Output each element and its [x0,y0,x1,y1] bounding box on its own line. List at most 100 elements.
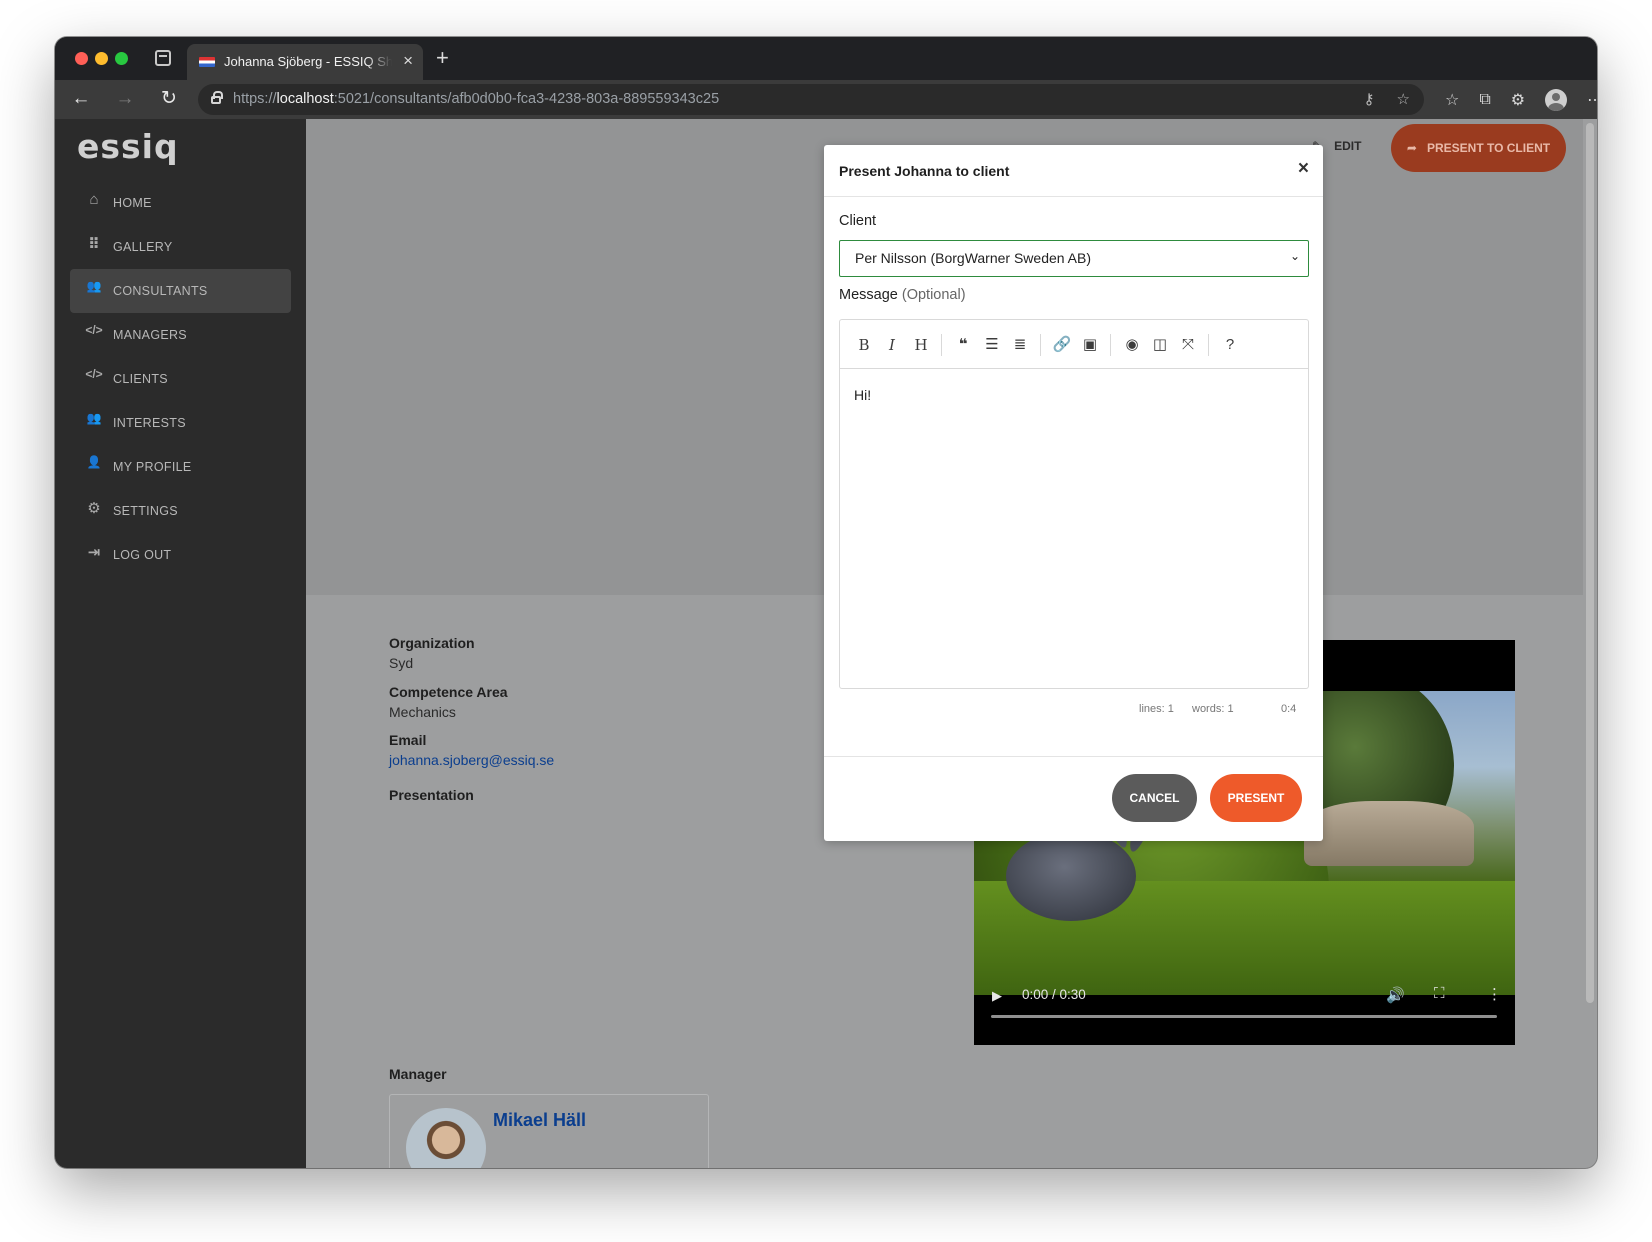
bold-icon[interactable]: B [853,334,875,356]
sidebar-item-clients[interactable]: </> CLIENTS [70,357,291,401]
manager-avatar [406,1108,486,1168]
present-to-client-button[interactable]: ➦ PRESENT TO CLIENT [1391,124,1566,172]
video-progress-track[interactable] [991,1015,1497,1018]
fullscreen-icon[interactable]: ⛶ [1434,985,1445,1002]
message-text[interactable]: Hi! [854,387,871,403]
help-icon[interactable]: ? [1219,334,1241,356]
tab-bar: Johanna Sjöberg - ESSIQ Showcase × + [55,37,1597,80]
url-text: https://localhost:5021/consultants/afb0d… [233,91,720,107]
sidebar-item-interests[interactable]: 👥 INTERESTS [70,401,291,445]
minimize-window-button[interactable] [95,52,108,65]
heading-icon[interactable]: H [910,334,932,356]
numbered-list-icon[interactable]: ≣ [1009,334,1031,356]
page-viewport: essiq ⌂ HOME ⠿ GALLERY 👥 CONSULTANTS </>… [55,119,1597,1168]
code-icon: </> [85,367,103,381]
fullscreen-editor-icon[interactable]: ⤧ [1177,334,1199,356]
manager-name-link[interactable]: Mikael Häll [493,1110,586,1131]
new-tab-icon[interactable]: + [436,45,449,71]
sidebar-item-label: SETTINGS [113,504,178,518]
email-label: Email [389,732,427,748]
sidebar-item-gallery[interactable]: ⠿ GALLERY [70,225,291,269]
user-icon: 👤 [86,455,102,469]
users-icon: 👥 [86,411,102,425]
side-by-side-icon[interactable]: ◫ [1149,334,1171,356]
client-select-value: Per Nilsson (BorgWarner Sweden AB) [855,250,1092,266]
competence-value: Mechanics [389,704,456,720]
sidebar-item-label: CLIENTS [113,372,168,386]
sidebar-nav: ⌂ HOME ⠿ GALLERY 👥 CONSULTANTS </> MANAG… [70,181,291,577]
tab-title: Johanna Sjöberg - ESSIQ Showcase [224,54,392,69]
volume-icon[interactable]: 🔊 [1386,986,1405,1004]
close-window-button[interactable] [75,52,88,65]
italic-icon[interactable]: I [881,334,903,356]
lock-icon [211,91,223,104]
line-count: lines: 1 [1139,703,1174,715]
video-time: 0:00 / 0:30 [1022,987,1086,1002]
cursor-position: 0:4 [1281,703,1297,715]
forward-icon[interactable]: → [113,87,137,111]
message-editor[interactable]: B I H ❝ ☰ ≣ 🔗 ▣ ◉ ◫ ⤧ ? Hi! [839,319,1309,689]
play-icon[interactable]: ▶ [992,988,1002,1004]
client-select[interactable]: Per Nilsson (BorgWarner Sweden AB) ⌄ [839,240,1309,277]
quote-icon[interactable]: ❝ [952,334,974,356]
favorites-icon[interactable]: ☆ [1445,90,1459,110]
close-icon[interactable]: × [1298,159,1309,179]
sidebar-item-label: INTERESTS [113,416,186,430]
modal-footer: CANCEL PRESENT [824,756,1323,841]
profile-avatar-icon[interactable] [1545,89,1568,111]
more-menu-icon[interactable]: ⋯ [1587,90,1597,110]
present-button[interactable]: PRESENT [1210,774,1302,822]
sidebar-item-managers[interactable]: </> MANAGERS [70,313,291,357]
sidebar-item-label: MANAGERS [113,328,187,342]
code-icon: </> [85,323,103,337]
maximize-window-button[interactable] [115,52,128,65]
competence-label: Competence Area [389,684,508,700]
back-icon[interactable]: ← [69,87,93,111]
logout-icon: ⇥ [87,544,101,561]
add-favorite-icon[interactable]: ☆ [1397,90,1410,108]
sidebar-item-label: LOG OUT [113,548,172,562]
logo[interactable]: essiq [77,127,179,166]
main-content: ✎ EDIT ➦ PRESENT TO CLIENT A Organizatio… [306,119,1597,1168]
image-icon[interactable]: ▣ [1079,334,1101,356]
video-controls: ▶ 0:00 / 0:30 🔊 ⛶ ⋮ [974,982,1515,1045]
scroll-thumb[interactable] [1586,123,1594,1003]
browser-tab[interactable]: Johanna Sjöberg - ESSIQ Showcase × [187,44,423,80]
reload-icon[interactable]: ↻ [157,87,181,111]
key-icon[interactable]: ⚷ [1364,90,1375,108]
sidebar-item-label: MY PROFILE [113,460,192,474]
sidebar-item-home[interactable]: ⌂ HOME [70,181,291,225]
edit-label: EDIT [1334,139,1362,153]
organization-value: Syd [389,655,414,671]
collections-icon[interactable]: ⧉ [1479,91,1490,109]
manager-card[interactable]: Mikael Häll [389,1094,709,1168]
sidebar: essiq ⌂ HOME ⠿ GALLERY 👥 CONSULTANTS </>… [55,119,306,1168]
present-to-client-modal: Present Johanna to client × Client Per N… [824,145,1323,841]
sidebar-item-log-out[interactable]: ⇥ LOG OUT [70,533,291,577]
sidebar-item-my-profile[interactable]: 👤 MY PROFILE [70,445,291,489]
sidebar-item-settings[interactable]: ⚙ SETTINGS [70,489,291,533]
users-icon: 👥 [86,279,102,293]
bullet-list-icon[interactable]: ☰ [981,334,1003,356]
address-bar[interactable]: https://localhost:5021/consultants/afb0d… [198,84,1424,115]
word-count: words: 1 [1192,703,1234,715]
link-icon[interactable]: 🔗 [1051,334,1073,356]
modal-header: Present Johanna to client × [824,145,1323,197]
preview-eye-icon[interactable]: ◉ [1121,334,1143,356]
sidebar-item-label: GALLERY [113,240,173,254]
grid-icon: ⠿ [88,236,100,253]
browser-window: Johanna Sjöberg - ESSIQ Showcase × + ← →… [55,37,1597,1168]
cancel-button[interactable]: CANCEL [1112,774,1197,822]
page-scrollbar[interactable] [1583,119,1597,1168]
tab-close-icon[interactable]: × [403,51,413,71]
presentation-label: Presentation [389,787,474,803]
sidebar-item-label: HOME [113,196,152,210]
more-options-icon[interactable]: ⋮ [1487,985,1502,1003]
chevron-down-icon: ⌄ [1289,249,1300,263]
gear-icon: ⚙ [87,500,101,517]
tab-actions-icon[interactable] [155,50,171,66]
manager-label: Manager [389,1066,447,1082]
extensions-icon[interactable]: ⚙ [1511,90,1525,110]
email-link[interactable]: johanna.sjoberg@essiq.se [389,752,554,768]
sidebar-item-consultants[interactable]: 👥 CONSULTANTS [70,269,291,313]
